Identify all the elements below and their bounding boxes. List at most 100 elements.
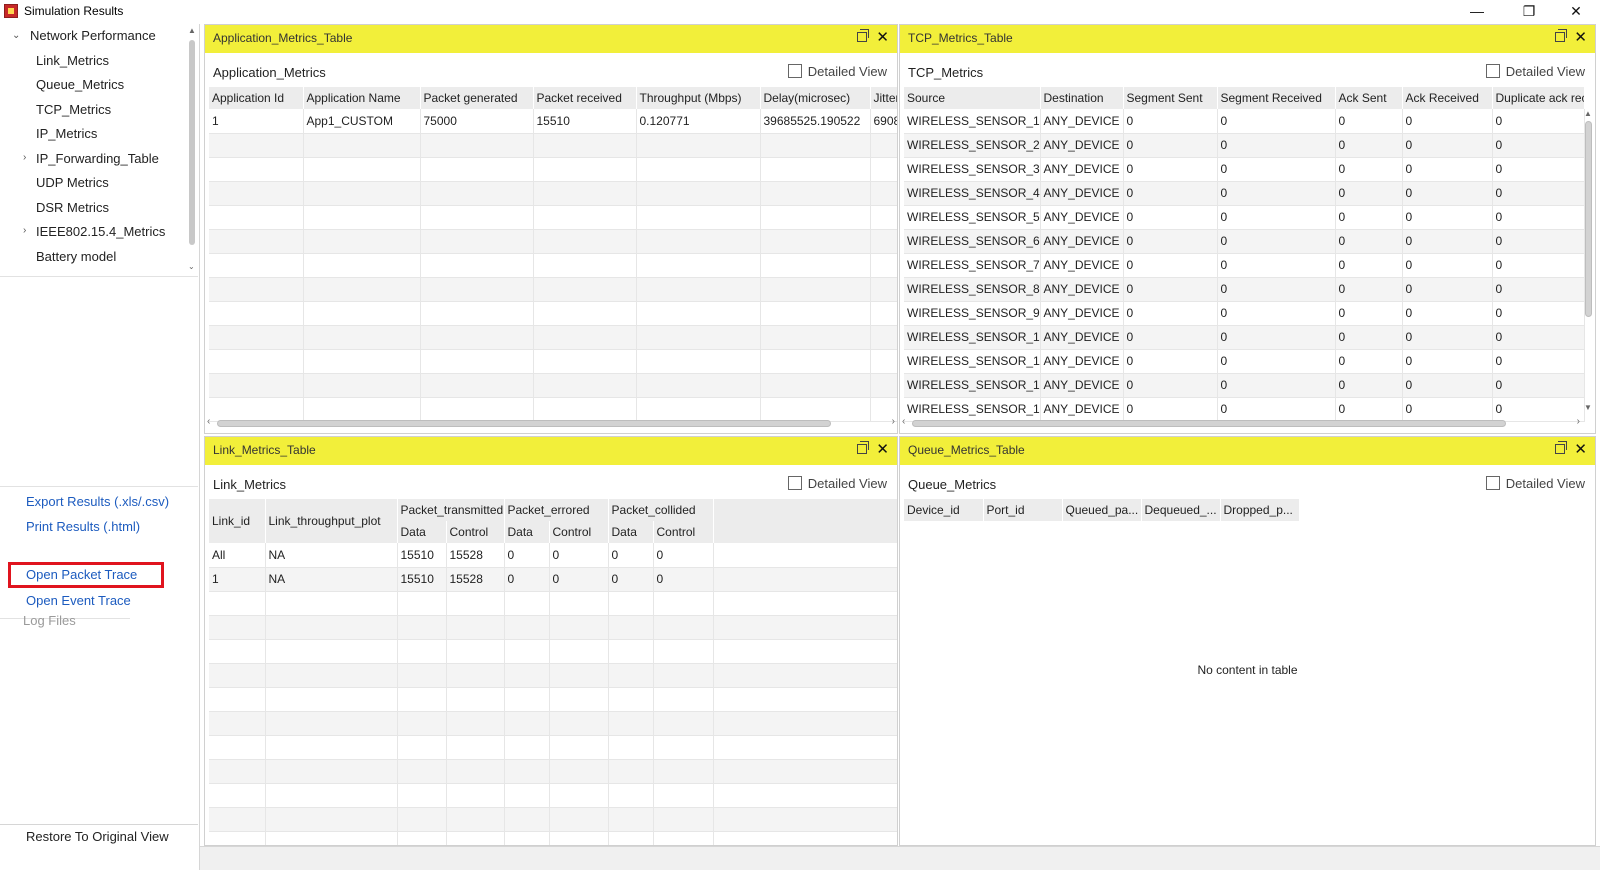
tree-item-dsr-metrics[interactable]: DSR Metrics [36, 197, 109, 219]
detailed-view-checkbox[interactable]: Detailed View [787, 476, 887, 491]
table-row[interactable]: WIRELESS_SENSOR_7 ANY_DEVICE 0 0 0 0 0 [904, 253, 1585, 278]
table-cell: 0 [653, 543, 714, 568]
column-header[interactable]: Ack Received [1402, 87, 1493, 109]
column-header[interactable]: Dropped_p... [1220, 499, 1300, 521]
column-header[interactable]: Jitter [870, 87, 897, 109]
scroll-up-icon[interactable]: ▲ [188, 26, 196, 35]
tree-item-ip-metrics[interactable]: IP_Metrics [36, 123, 97, 145]
column-header[interactable]: Packet generated [420, 87, 534, 109]
column-header[interactable]: Dequeued_... [1141, 499, 1221, 521]
table-row[interactable]: WIRELESS_SENSOR_8 ANY_DEVICE 0 0 0 0 0 [904, 277, 1585, 302]
scroll-thumb[interactable] [217, 420, 831, 427]
detailed-view-checkbox[interactable]: Detailed View [1485, 476, 1585, 491]
column-header[interactable]: Link_id [209, 499, 266, 543]
restore-panel-icon[interactable] [1555, 441, 1567, 454]
table-row[interactable]: All NA 15510 15528 0 0 0 0 [209, 543, 897, 568]
close-window-button[interactable]: ✕ [1553, 0, 1599, 22]
tree-scroll-thumb[interactable] [189, 40, 195, 245]
scroll-right-icon[interactable]: › [1577, 416, 1580, 427]
column-header[interactable]: Queued_pa... [1062, 499, 1142, 521]
scroll-left-icon[interactable]: ‹ [207, 416, 210, 427]
column-header[interactable]: Port_id [983, 499, 1063, 521]
column-header[interactable]: Application Id [209, 87, 304, 109]
column-group-header[interactable]: Packet_transmitted [397, 499, 505, 521]
column-header[interactable]: Duplicate ack rece [1492, 87, 1585, 109]
table-row[interactable]: 1 NA 15510 15528 0 0 0 0 [209, 567, 897, 592]
checkbox-icon[interactable] [1485, 476, 1500, 490]
tree-item-udp-metrics[interactable]: UDP Metrics [36, 172, 109, 194]
tree-item-ieee802154-metrics[interactable]: IEEE802.15.4_Metrics [36, 221, 165, 243]
column-header[interactable]: Segment Sent [1123, 87, 1218, 109]
restore-original-view-button[interactable]: Restore To Original View [26, 829, 169, 844]
table-row[interactable]: WIRELESS_SENSOR_1 ANY_DEVICE 0 0 0 0 0 [904, 109, 1585, 134]
tree-item-tcp-metrics[interactable]: TCP_Metrics [36, 99, 111, 121]
column-header[interactable]: Source [904, 87, 1041, 109]
table-row[interactable]: WIRELESS_SENSOR_6 ANY_DEVICE 0 0 0 0 0 [904, 229, 1585, 254]
vertical-scrollbar[interactable]: ▲ ▼ [1584, 109, 1594, 415]
column-header[interactable]: Control [549, 521, 609, 543]
restore-panel-icon[interactable] [1555, 29, 1567, 42]
column-header[interactable]: Data [608, 521, 654, 543]
column-header[interactable]: Destination [1040, 87, 1124, 109]
maximize-button[interactable]: ❐ [1506, 0, 1552, 22]
scroll-down-icon[interactable]: ▼ [1584, 403, 1592, 412]
tree-scrollbar[interactable]: ▲ ⌄ [188, 26, 196, 271]
detailed-view-checkbox[interactable]: Detailed View [787, 64, 887, 79]
close-panel-icon[interactable]: ✕ [1574, 441, 1587, 459]
checkbox-icon[interactable] [1485, 64, 1500, 78]
column-header[interactable]: Packet received [533, 87, 637, 109]
scroll-left-icon[interactable]: ‹ [902, 416, 905, 427]
restore-panel-icon[interactable] [857, 29, 869, 42]
table-cell: 0 [1123, 205, 1218, 230]
chevron-right-icon[interactable]: › [23, 225, 26, 236]
tree-item-battery-model[interactable]: Battery model [36, 246, 116, 268]
column-header[interactable]: Segment Received [1217, 87, 1336, 109]
tree-item-link-metrics[interactable]: Link_Metrics [36, 50, 109, 72]
scroll-up-icon[interactable]: ▲ [1584, 109, 1592, 118]
table-row[interactable]: WIRELESS_SENSOR_11 ANY_DEVICE 0 0 0 0 0 [904, 349, 1585, 374]
restore-panel-icon[interactable] [857, 441, 869, 454]
table-row[interactable]: WIRELESS_SENSOR_3 ANY_DEVICE 0 0 0 0 0 [904, 157, 1585, 182]
close-panel-icon[interactable]: ✕ [1574, 29, 1587, 47]
table-row[interactable]: WIRELESS_SENSOR_12 ANY_DEVICE 0 0 0 0 0 [904, 373, 1585, 398]
column-header[interactable]: Throughput (Mbps) [636, 87, 761, 109]
column-header[interactable]: Link_throughput_plot [265, 499, 398, 543]
column-header[interactable]: Device_id [904, 499, 984, 521]
checkbox-icon[interactable] [787, 476, 802, 490]
tree-item-queue-metrics[interactable]: Queue_Metrics [36, 74, 124, 96]
table-row[interactable]: WIRELESS_SENSOR_5 ANY_DEVICE 0 0 0 0 0 [904, 205, 1585, 230]
print-results-link[interactable]: Print Results (.html) [26, 517, 140, 537]
scroll-right-icon[interactable]: › [892, 416, 895, 427]
export-results-link[interactable]: Export Results (.xls/.csv) [26, 492, 169, 512]
table-row[interactable]: WIRELESS_SENSOR_9 ANY_DEVICE 0 0 0 0 0 [904, 301, 1585, 326]
tree-item-ip-forwarding-table[interactable]: IP_Forwarding_Table [36, 148, 159, 170]
column-header[interactable]: Ack Sent [1335, 87, 1403, 109]
tree-root-network-performance[interactable]: Network Performance [30, 25, 156, 47]
horizontal-scrollbar[interactable]: ‹ › [902, 416, 1582, 429]
open-event-trace-link[interactable]: Open Event Trace [26, 591, 131, 611]
checkbox-icon[interactable] [787, 64, 802, 78]
table-row[interactable]: WIRELESS_SENSOR_4 ANY_DEVICE 0 0 0 0 0 [904, 181, 1585, 206]
open-packet-trace-link[interactable]: Open Packet Trace [26, 565, 137, 585]
column-header[interactable]: Data [504, 521, 550, 543]
column-header[interactable]: Data [397, 521, 447, 543]
close-panel-icon[interactable]: ✕ [876, 441, 889, 459]
close-panel-icon[interactable]: ✕ [876, 29, 889, 47]
chevron-down-icon[interactable]: ⌄ [12, 30, 20, 41]
column-header[interactable]: Control [446, 521, 505, 543]
column-header[interactable]: Control [653, 521, 714, 543]
chevron-right-icon[interactable]: › [23, 152, 26, 163]
scroll-thumb[interactable] [1585, 121, 1592, 317]
horizontal-scrollbar[interactable]: ‹ › [207, 416, 897, 429]
column-group-header[interactable]: Packet_errored [504, 499, 609, 521]
column-header[interactable]: Application Name [303, 87, 421, 109]
table-row[interactable]: WIRELESS_SENSOR_10 ANY_DEVICE 0 0 0 0 0 [904, 325, 1585, 350]
table-row[interactable]: 1 App1_CUSTOM 75000 15510 0.120771 39685… [209, 109, 897, 134]
scroll-thumb[interactable] [912, 420, 1506, 427]
column-group-header[interactable]: Packet_collided [608, 499, 714, 521]
column-header[interactable]: Delay(microsec) [760, 87, 871, 109]
table-row[interactable]: WIRELESS_SENSOR_2 ANY_DEVICE 0 0 0 0 0 [904, 133, 1585, 158]
detailed-view-checkbox[interactable]: Detailed View [1485, 64, 1585, 79]
minimize-button[interactable]: — [1454, 0, 1500, 22]
scroll-down-icon[interactable]: ⌄ [188, 262, 195, 271]
